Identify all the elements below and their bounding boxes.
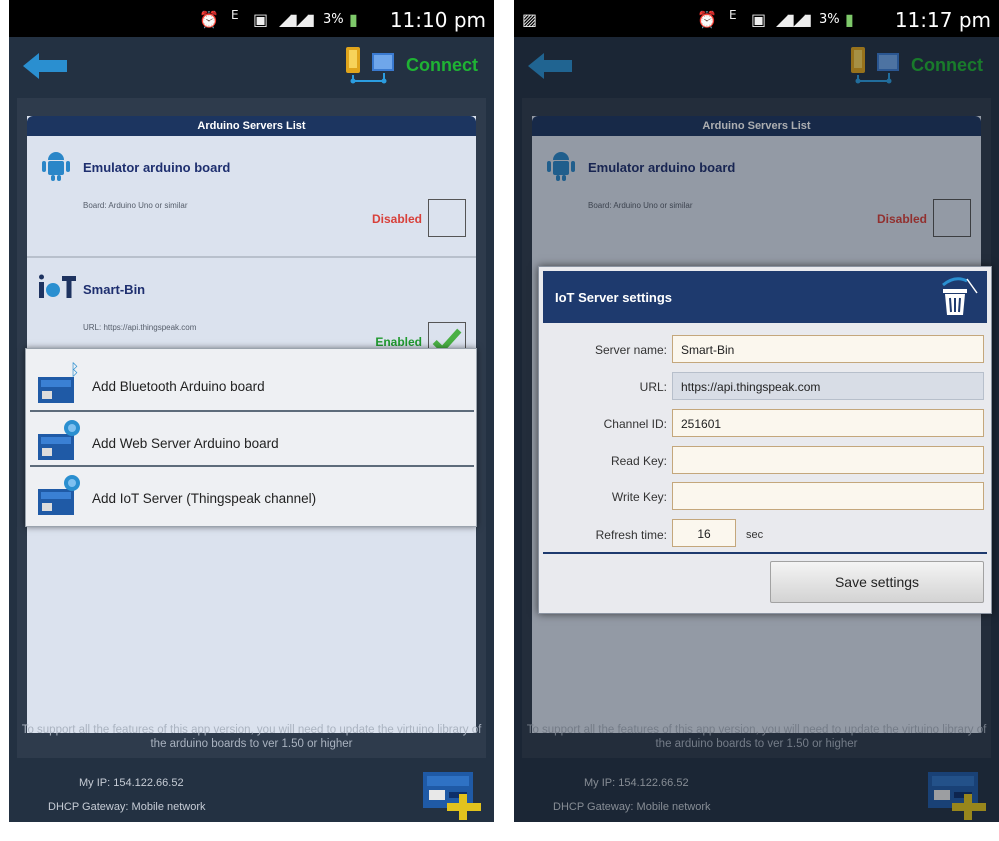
status-bar: ⏰ E ▣ ◢▮◢▮ 3% ▮ 11:10 pm: [9, 0, 494, 37]
add-board-menu: ᛒ Add Bluetooth Arduino board Add Web Se…: [25, 348, 477, 527]
server-name: Emulator arduino board: [83, 160, 231, 175]
sim-icon: ▣: [751, 10, 767, 29]
phone-screen-settings: ▨ ⏰ E ▣ ◢▮◢▮ 3% ▮ 11:17 pm Connect Ardui…: [514, 0, 999, 822]
enable-checkbox[interactable]: [428, 199, 466, 237]
web-board-icon: [38, 420, 80, 460]
menu-label: Add Bluetooth Arduino board: [92, 379, 265, 394]
data-icon: E: [231, 8, 239, 22]
menu-label: Add Web Server Arduino board: [92, 436, 279, 451]
clock: 11:10 pm: [389, 8, 486, 32]
refresh-unit: sec: [746, 529, 764, 541]
menu-item-bluetooth[interactable]: ᛒ Add Bluetooth Arduino board: [26, 355, 476, 413]
battery-percent: 3%: [819, 12, 840, 27]
channel-id-label: Channel ID:: [603, 417, 667, 431]
ip-address: My IP: 154.122.66.52: [79, 777, 184, 789]
refresh-time-input[interactable]: 16: [672, 519, 736, 547]
add-board-icon[interactable]: [423, 772, 481, 820]
status-label: Disabled: [371, 212, 422, 226]
dialog-divider: [543, 552, 987, 554]
signal-icon: ◢▮◢▮: [776, 10, 812, 29]
android-icon: [42, 152, 70, 181]
clock: 11:17 pm: [894, 8, 991, 32]
refresh-time-label: Refresh time:: [595, 528, 667, 542]
menu-label: Add IoT Server (Thingspeak channel): [92, 491, 317, 506]
read-key-input[interactable]: [672, 446, 984, 474]
connect-device-icon[interactable]: [344, 45, 400, 85]
battery-percent: 3%: [323, 12, 344, 27]
app-bar: Connect: [9, 37, 494, 97]
url-label: URL:: [639, 380, 667, 394]
iot-settings-dialog: IoT Server settings Server name: Smart-B…: [538, 266, 992, 614]
alarm-icon: ⏰: [697, 10, 717, 29]
iot-icon: [39, 274, 76, 298]
signal-icon: ◢▮◢▮: [279, 10, 315, 29]
menu-item-iot-server[interactable]: Add IoT Server (Thingspeak channel): [26, 467, 476, 525]
list-title: Arduino Servers List: [27, 116, 476, 136]
server-detail: URL: https://api.thingspeak.com: [83, 323, 197, 332]
read-key-label: Read Key:: [610, 454, 667, 468]
battery-icon: ▮: [845, 10, 854, 29]
svg-text:ᛒ: ᛒ: [70, 361, 80, 379]
dialog-header: IoT Server settings: [543, 271, 987, 323]
status-bar: ▨ ⏰ E ▣ ◢▮◢▮ 3% ▮ 11:17 pm: [514, 0, 999, 37]
battery-icon: ▮: [349, 10, 358, 29]
server-name-label: Server name:: [594, 343, 667, 357]
data-icon: E: [729, 8, 737, 22]
url-input[interactable]: https://api.thingspeak.com: [672, 372, 984, 400]
bluetooth-board-icon: ᛒ: [38, 361, 80, 403]
server-name-input[interactable]: Smart-Bin: [672, 335, 984, 363]
sim-icon: ▣: [253, 10, 269, 29]
write-key-label: Write Key:: [611, 490, 667, 504]
list-item[interactable]: Emulator arduino board Board: Arduino Un…: [27, 136, 476, 256]
save-settings-button[interactable]: Save settings: [770, 561, 984, 603]
trash-icon[interactable]: [937, 275, 979, 319]
dialog-title: IoT Server settings: [555, 290, 673, 305]
channel-id-input[interactable]: 251601: [672, 409, 984, 437]
menu-item-web-server[interactable]: Add Web Server Arduino board: [26, 412, 476, 470]
list-item[interactable]: Smart-Bin URL: https://api.thingspeak.co…: [27, 258, 476, 360]
phone-screen-menu: ⏰ E ▣ ◢▮◢▮ 3% ▮ 11:10 pm Connect Arduino…: [9, 0, 494, 822]
server-name: Smart-Bin: [83, 282, 146, 297]
server-detail: Board: Arduino Uno or similar: [83, 201, 188, 210]
image-icon: ▨: [522, 10, 538, 29]
alarm-icon: ⏰: [199, 10, 219, 29]
connect-button[interactable]: Connect: [406, 55, 478, 76]
iot-board-icon: [38, 475, 80, 515]
gateway-info: DHCP Gateway: Mobile network: [48, 801, 206, 813]
update-notice: To support all the features of this app …: [21, 724, 482, 750]
bottom-bar: My IP: 154.122.66.52 DHCP Gateway: Mobil…: [9, 758, 494, 822]
back-arrow-icon[interactable]: [23, 53, 67, 79]
write-key-input[interactable]: [672, 482, 984, 510]
status-label: Enabled: [375, 335, 422, 349]
